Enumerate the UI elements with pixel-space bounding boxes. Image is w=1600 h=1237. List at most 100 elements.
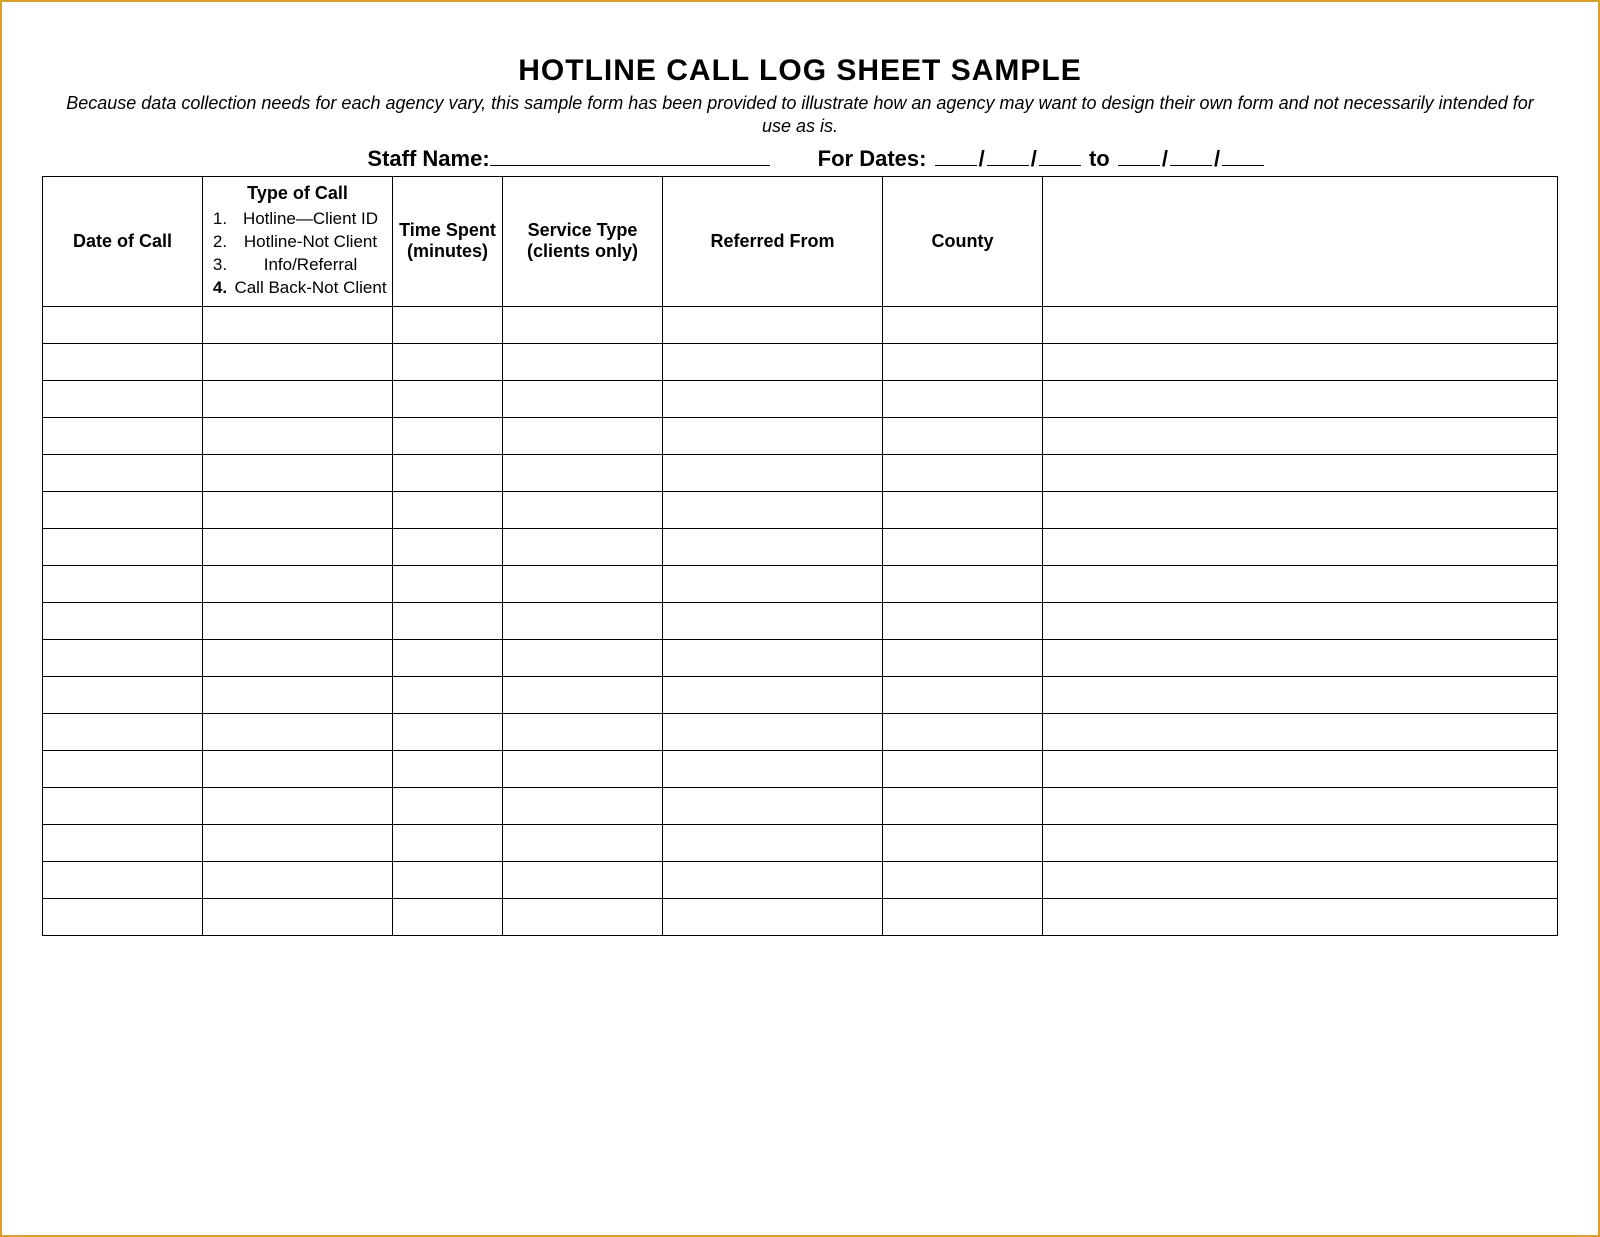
table-cell[interactable] — [663, 639, 883, 676]
table-cell[interactable] — [43, 676, 203, 713]
table-cell[interactable] — [1043, 380, 1558, 417]
table-cell[interactable] — [503, 898, 663, 935]
table-cell[interactable] — [663, 528, 883, 565]
table-cell[interactable] — [43, 417, 203, 454]
table-cell[interactable] — [43, 491, 203, 528]
table-cell[interactable] — [663, 787, 883, 824]
table-cell[interactable] — [883, 528, 1043, 565]
table-cell[interactable] — [43, 454, 203, 491]
date-from-yy[interactable] — [1039, 143, 1081, 166]
table-cell[interactable] — [203, 639, 393, 676]
table-cell[interactable] — [883, 676, 1043, 713]
table-cell[interactable] — [203, 750, 393, 787]
table-cell[interactable] — [1043, 676, 1558, 713]
table-cell[interactable] — [883, 787, 1043, 824]
table-cell[interactable] — [203, 824, 393, 861]
table-cell[interactable] — [883, 713, 1043, 750]
table-cell[interactable] — [43, 602, 203, 639]
table-cell[interactable] — [43, 824, 203, 861]
table-cell[interactable] — [503, 380, 663, 417]
table-cell[interactable] — [393, 491, 503, 528]
table-cell[interactable] — [503, 787, 663, 824]
table-cell[interactable] — [43, 750, 203, 787]
table-cell[interactable] — [663, 343, 883, 380]
table-cell[interactable] — [393, 343, 503, 380]
table-cell[interactable] — [393, 750, 503, 787]
date-from-dd[interactable] — [987, 143, 1029, 166]
table-cell[interactable] — [503, 639, 663, 676]
date-to-mm[interactable] — [1118, 143, 1160, 166]
table-cell[interactable] — [503, 676, 663, 713]
table-cell[interactable] — [393, 528, 503, 565]
table-cell[interactable] — [503, 713, 663, 750]
table-cell[interactable] — [393, 676, 503, 713]
table-cell[interactable] — [1043, 343, 1558, 380]
table-cell[interactable] — [203, 528, 393, 565]
table-cell[interactable] — [663, 602, 883, 639]
table-cell[interactable] — [203, 898, 393, 935]
table-cell[interactable] — [203, 676, 393, 713]
table-cell[interactable] — [883, 343, 1043, 380]
table-cell[interactable] — [663, 750, 883, 787]
table-cell[interactable] — [663, 713, 883, 750]
table-cell[interactable] — [503, 417, 663, 454]
date-to-dd[interactable] — [1170, 143, 1212, 166]
table-cell[interactable] — [393, 861, 503, 898]
table-cell[interactable] — [883, 750, 1043, 787]
table-cell[interactable] — [663, 380, 883, 417]
table-cell[interactable] — [203, 787, 393, 824]
table-cell[interactable] — [1043, 528, 1558, 565]
table-cell[interactable] — [1043, 861, 1558, 898]
table-cell[interactable] — [393, 824, 503, 861]
table-cell[interactable] — [393, 417, 503, 454]
staff-name-blank[interactable] — [490, 143, 770, 166]
table-cell[interactable] — [43, 380, 203, 417]
table-cell[interactable] — [1043, 750, 1558, 787]
table-cell[interactable] — [663, 491, 883, 528]
table-cell[interactable] — [503, 306, 663, 343]
table-cell[interactable] — [883, 639, 1043, 676]
table-cell[interactable] — [43, 787, 203, 824]
table-cell[interactable] — [1043, 824, 1558, 861]
table-cell[interactable] — [43, 306, 203, 343]
table-cell[interactable] — [503, 565, 663, 602]
table-cell[interactable] — [1043, 417, 1558, 454]
table-cell[interactable] — [503, 824, 663, 861]
table-cell[interactable] — [43, 861, 203, 898]
date-from-mm[interactable] — [935, 143, 977, 166]
table-cell[interactable] — [1043, 713, 1558, 750]
table-cell[interactable] — [503, 602, 663, 639]
date-to-yy[interactable] — [1222, 143, 1264, 166]
table-cell[interactable] — [203, 343, 393, 380]
table-cell[interactable] — [663, 861, 883, 898]
table-cell[interactable] — [203, 713, 393, 750]
table-cell[interactable] — [1043, 565, 1558, 602]
table-cell[interactable] — [883, 602, 1043, 639]
table-cell[interactable] — [663, 898, 883, 935]
table-cell[interactable] — [393, 787, 503, 824]
table-cell[interactable] — [203, 491, 393, 528]
table-cell[interactable] — [883, 491, 1043, 528]
table-cell[interactable] — [43, 343, 203, 380]
table-cell[interactable] — [1043, 602, 1558, 639]
table-cell[interactable] — [503, 861, 663, 898]
table-cell[interactable] — [393, 639, 503, 676]
table-cell[interactable] — [1043, 898, 1558, 935]
table-cell[interactable] — [883, 898, 1043, 935]
table-cell[interactable] — [203, 380, 393, 417]
table-cell[interactable] — [393, 306, 503, 343]
table-cell[interactable] — [203, 861, 393, 898]
table-cell[interactable] — [43, 713, 203, 750]
table-cell[interactable] — [1043, 787, 1558, 824]
table-cell[interactable] — [883, 861, 1043, 898]
table-cell[interactable] — [883, 306, 1043, 343]
table-cell[interactable] — [393, 602, 503, 639]
table-cell[interactable] — [503, 491, 663, 528]
table-cell[interactable] — [1043, 639, 1558, 676]
table-cell[interactable] — [393, 454, 503, 491]
table-cell[interactable] — [43, 565, 203, 602]
table-cell[interactable] — [393, 898, 503, 935]
table-cell[interactable] — [883, 454, 1043, 491]
table-cell[interactable] — [1043, 491, 1558, 528]
table-cell[interactable] — [393, 380, 503, 417]
